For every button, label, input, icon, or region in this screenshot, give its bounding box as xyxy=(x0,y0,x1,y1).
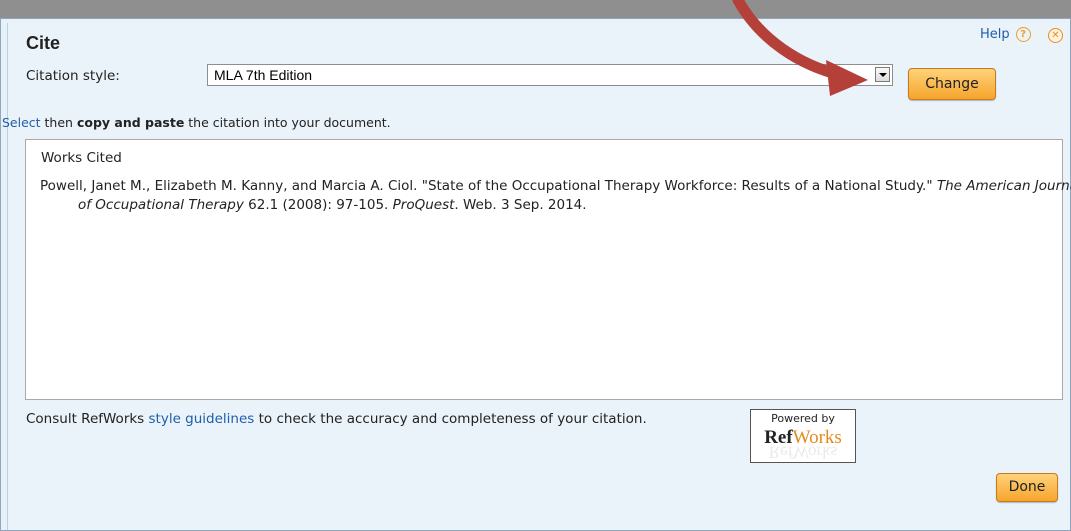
instructions-rest: the citation into your document. xyxy=(184,115,391,130)
help-link[interactable]: Help ? xyxy=(980,27,1031,42)
style-guidelines-link[interactable]: style guidelines xyxy=(149,411,255,427)
citation-database: ProQuest xyxy=(392,197,455,213)
consult-suffix: to check the accuracy and completeness o… xyxy=(254,411,647,427)
change-button[interactable]: Change xyxy=(908,68,996,100)
citation-style-select[interactable]: MLA 7th Edition xyxy=(207,64,893,86)
citation-style-value[interactable]: MLA 7th Edition xyxy=(214,67,312,83)
refworks-logo-reflection: RefWorks xyxy=(768,444,838,462)
refworks-badge[interactable]: Powered by RefWorks RefWorks xyxy=(750,409,856,463)
works-cited-heading: Works Cited xyxy=(41,150,122,166)
instructions-text: Select then copy and paste the citation … xyxy=(2,115,391,130)
citation-textbox[interactable]: Works Cited Powell, Janet M., Elizabeth … xyxy=(25,139,1071,400)
citation-style-label: Citation style: xyxy=(26,68,120,84)
powered-by-label: Powered by xyxy=(771,412,835,425)
consult-text: Consult RefWorks style guidelines to che… xyxy=(26,411,647,427)
help-circle-icon[interactable]: ? xyxy=(1015,27,1031,42)
dialog-title: Cite xyxy=(26,33,61,53)
citation-part3: . Web. 3 Sep. 2014. xyxy=(454,197,587,213)
done-button[interactable]: Done xyxy=(996,473,1058,502)
instructions-then: then xyxy=(40,115,77,130)
citation-part1: Powell, Janet M., Elizabeth M. Kanny, an… xyxy=(40,178,937,194)
chevron-down-icon[interactable] xyxy=(875,67,890,82)
select-link[interactable]: Select xyxy=(2,115,41,130)
help-label[interactable]: Help xyxy=(980,27,1010,42)
citation-part2: 62.1 (2008): 97-105. xyxy=(243,197,393,213)
close-icon[interactable]: ✕ xyxy=(1048,28,1063,43)
consult-prefix: Consult RefWorks xyxy=(26,411,149,427)
citation-text[interactable]: Powell, Janet M., Elizabeth M. Kanny, an… xyxy=(40,177,1071,215)
instructions-bold: copy and paste xyxy=(76,115,185,130)
